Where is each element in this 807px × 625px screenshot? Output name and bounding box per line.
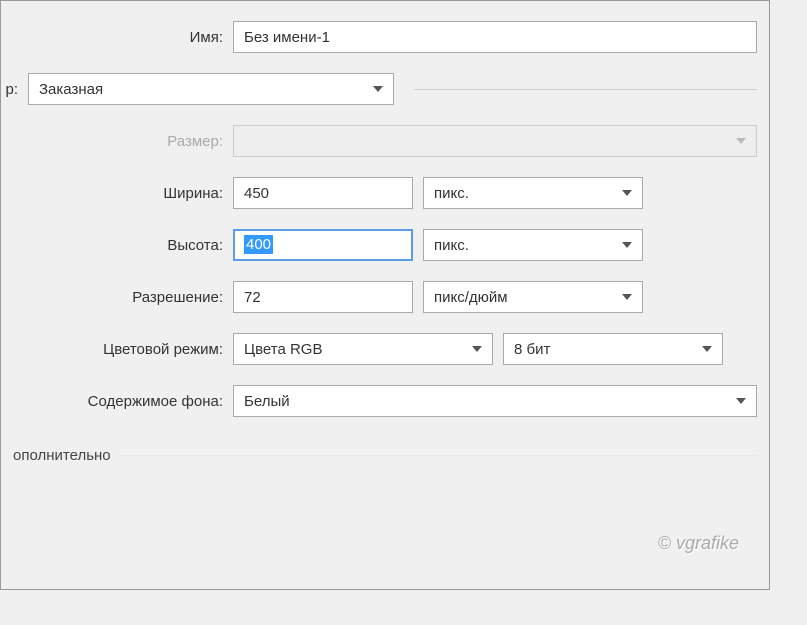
divider <box>121 455 757 456</box>
height-input[interactable]: 400 <box>233 229 413 261</box>
background-value: Белый <box>244 393 290 410</box>
size-row: Размер: <box>13 125 757 157</box>
resolution-unit-select[interactable]: пикс/дюйм <box>423 281 643 313</box>
chevron-down-icon <box>622 242 632 248</box>
size-label: Размер: <box>13 133 223 150</box>
resolution-row: Разрешение: пикс/дюйм <box>13 281 757 313</box>
chevron-down-icon <box>472 346 482 352</box>
size-select <box>233 125 757 157</box>
bit-depth-value: 8 бит <box>514 341 550 358</box>
advanced-label: ополнительно <box>13 447 111 464</box>
chevron-down-icon <box>622 294 632 300</box>
name-input[interactable] <box>233 21 757 53</box>
height-row: Высота: 400 пикс. <box>13 229 757 261</box>
color-mode-select[interactable]: Цвета RGB <box>233 333 493 365</box>
background-select[interactable]: Белый <box>233 385 757 417</box>
width-label: Ширина: <box>13 185 223 202</box>
watermark: © vgrafike <box>658 533 739 554</box>
chevron-down-icon <box>736 398 746 404</box>
chevron-down-icon <box>736 138 746 144</box>
name-label: Имя: <box>13 29 223 46</box>
color-mode-row: Цветовой режим: Цвета RGB 8 бит <box>13 333 757 365</box>
bit-depth-select[interactable]: 8 бит <box>503 333 723 365</box>
background-label: Содержимое фона: <box>13 393 223 410</box>
name-row: Имя: <box>13 21 757 53</box>
height-unit-value: пикс. <box>434 237 469 254</box>
preset-value: Заказная <box>39 81 103 98</box>
chevron-down-icon <box>622 190 632 196</box>
preset-row: р: Заказная <box>3 73 757 105</box>
chevron-down-icon <box>373 86 383 92</box>
preset-select[interactable]: Заказная <box>28 73 394 105</box>
width-unit-value: пикс. <box>434 185 469 202</box>
background-row: Содержимое фона: Белый <box>13 385 757 417</box>
width-unit-select[interactable]: пикс. <box>423 177 643 209</box>
divider <box>414 89 758 90</box>
color-mode-label: Цветовой режим: <box>13 341 223 358</box>
height-unit-select[interactable]: пикс. <box>423 229 643 261</box>
width-input[interactable] <box>233 177 413 209</box>
new-document-panel: Имя: р: Заказная Размер: Ширина: пикс. В… <box>0 0 770 590</box>
advanced-section: ополнительно <box>13 447 757 464</box>
width-row: Ширина: пикс. <box>13 177 757 209</box>
resolution-input[interactable] <box>233 281 413 313</box>
color-mode-value: Цвета RGB <box>244 341 322 358</box>
resolution-label: Разрешение: <box>13 289 223 306</box>
resolution-unit-value: пикс/дюйм <box>434 289 508 306</box>
preset-label: р: <box>3 81 18 98</box>
height-value-selected: 400 <box>244 235 273 254</box>
chevron-down-icon <box>702 346 712 352</box>
height-label: Высота: <box>13 237 223 254</box>
